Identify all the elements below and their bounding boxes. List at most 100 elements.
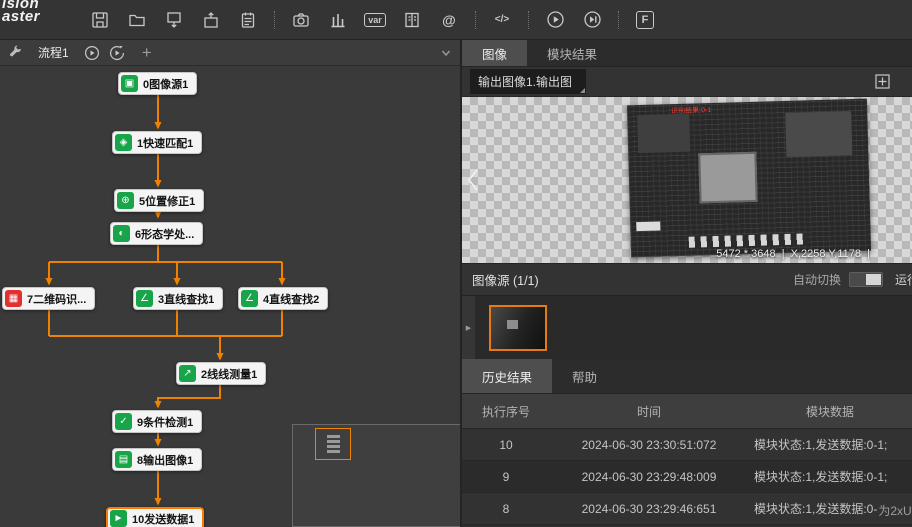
cell-module-data: 模块状态:1,发送数据:0-1; xyxy=(748,468,912,485)
pcb-connector-strip xyxy=(689,233,807,247)
flow-node-line-find-2[interactable]: ∠ 4直线查找2 xyxy=(238,287,328,310)
window-icon[interactable]: F xyxy=(631,6,659,34)
flow-tab[interactable]: 流程1 xyxy=(32,42,75,63)
code-icon[interactable]: </> xyxy=(488,6,516,34)
recognition-annotation: 识别结果:0-1 xyxy=(671,105,711,116)
export-icon[interactable] xyxy=(160,6,188,34)
minimap-node xyxy=(327,450,340,453)
cell-sequence: 9 xyxy=(462,470,550,484)
watermark: 为2xUM20DIn01 xyxy=(878,502,912,517)
histogram-icon[interactable] xyxy=(324,6,352,34)
image-viewer[interactable]: 识别结果:0-1 5472 * 3648 | X,2258 Y,1178 | xyxy=(462,97,912,263)
flow-node-barcode[interactable]: ▦ 7二维码识... xyxy=(2,287,95,310)
main-area: 流程1 + xyxy=(0,40,912,527)
line-measure-icon: ↗ xyxy=(179,365,196,382)
send-data-icon: ► xyxy=(110,510,127,527)
thumbnail-strip: ▶ xyxy=(462,295,912,359)
table-header-row: 执行序号 时间 模块数据 xyxy=(462,394,912,429)
tab-image[interactable]: 图像 xyxy=(462,40,527,66)
minimap-viewport[interactable] xyxy=(315,428,351,460)
pcb-region xyxy=(637,114,690,153)
pcb-connector xyxy=(636,221,660,231)
auto-switch-label: 自动切换 xyxy=(793,271,841,288)
result-tabs: 历史结果 帮助 xyxy=(462,359,912,394)
line-find-icon: ∠ xyxy=(136,290,153,307)
run-label: 运行 xyxy=(895,271,912,288)
cell-time: 2024-06-30 23:29:46:651 xyxy=(550,502,748,516)
toolbar-separator xyxy=(274,11,275,29)
pcb-image: 识别结果:0-1 xyxy=(627,99,871,258)
minimap-node xyxy=(327,435,340,438)
toolbar-separator xyxy=(475,11,476,29)
app-logo: ision aster xyxy=(2,0,40,23)
minimap-node xyxy=(327,440,340,443)
variable-icon-label: var xyxy=(364,13,386,27)
flow-minimap[interactable] xyxy=(292,424,460,527)
expand-thumbnails-icon[interactable]: ▶ xyxy=(462,296,475,359)
flow-canvas[interactable]: ▣ 0图像源1 ◈ 1快速匹配1 ⊕ 5位置修正1 ◐ 6形态学处... ▦ xyxy=(0,66,460,527)
import-icon[interactable] xyxy=(197,6,225,34)
cell-sequence: 8 xyxy=(462,502,550,516)
flow-node-condition-check[interactable]: ✓ 9条件检测1 xyxy=(112,410,202,433)
image-result-tabs: 图像 模块结果 xyxy=(462,40,912,67)
line-find-icon: ∠ xyxy=(241,290,258,307)
table-row[interactable]: 10 2024-06-30 23:30:51:072 模块状态:1,发送数据:0… xyxy=(462,429,912,461)
flow-node-line-measure[interactable]: ↗ 2线线测量1 xyxy=(176,362,266,385)
open-folder-icon[interactable] xyxy=(123,6,151,34)
flow-node-fast-match[interactable]: ◈ 1快速匹配1 xyxy=(112,131,202,154)
table-row[interactable]: 9 2024-06-30 23:29:48:009 模块状态:1,发送数据:0-… xyxy=(462,461,912,493)
flow-node-line-find-1[interactable]: ∠ 3直线查找1 xyxy=(133,287,223,310)
log-icon[interactable] xyxy=(398,6,426,34)
header-sequence: 执行序号 xyxy=(462,403,550,420)
image-source-dropdown[interactable]: 输出图像1.输出图 xyxy=(470,69,586,94)
position-fix-icon: ⊕ xyxy=(117,192,134,209)
history-results-table: 执行序号 时间 模块数据 10 2024-06-30 23:30:51:072 … xyxy=(462,394,912,527)
run-flow-icon[interactable] xyxy=(84,45,100,61)
image-source-label: 图像源 (1/1) xyxy=(472,270,539,289)
flow-node-image-source[interactable]: ▣ 0图像源1 xyxy=(118,72,197,95)
flow-node-position-fix[interactable]: ⊕ 5位置修正1 xyxy=(114,189,204,212)
variable-icon[interactable]: var xyxy=(361,6,389,34)
tab-module-result[interactable]: 模块结果 xyxy=(527,40,617,66)
top-toolbar: ision aster var @ xyxy=(0,0,912,40)
image-panel: 图像 模块结果 输出图像1.输出图 识别结果 xyxy=(462,40,912,527)
auto-switch-toggle[interactable] xyxy=(849,272,883,287)
flow-panel: 流程1 + xyxy=(0,40,462,527)
chevron-down-icon[interactable] xyxy=(440,47,452,59)
node-label: 7二维码识... xyxy=(27,291,86,307)
minimap-node xyxy=(327,445,340,448)
fit-view-icon[interactable] xyxy=(875,74,890,89)
window-icon-label: F xyxy=(636,11,654,29)
morphology-icon: ◐ xyxy=(113,225,130,242)
save-icon[interactable] xyxy=(86,6,114,34)
node-label: 1快速匹配1 xyxy=(137,135,193,151)
image-thumbnail[interactable] xyxy=(489,305,547,351)
continuous-run-icon[interactable] xyxy=(109,45,125,61)
run-icon[interactable] xyxy=(541,6,569,34)
node-label: 4直线查找2 xyxy=(263,291,319,307)
image-status-text: 5472 * 3648 | X,2258 Y,1178 | xyxy=(716,248,870,260)
cell-sequence: 10 xyxy=(462,438,550,452)
node-label: 6形态学处... xyxy=(135,226,194,242)
pcb-chip xyxy=(698,152,757,204)
tab-history-results[interactable]: 历史结果 xyxy=(462,359,552,393)
camera-icon[interactable] xyxy=(287,6,315,34)
condition-check-icon: ✓ xyxy=(115,413,132,430)
header-module-data: 模块数据 xyxy=(748,403,912,420)
flow-node-send-data[interactable]: ► 10发送数据1 xyxy=(106,507,204,527)
communication-icon[interactable]: @ xyxy=(435,6,463,34)
step-run-icon[interactable] xyxy=(578,6,606,34)
image-toolbar: 输出图像1.输出图 xyxy=(462,67,912,97)
chevron-left-icon[interactable] xyxy=(467,169,479,191)
fast-match-icon: ◈ xyxy=(115,134,132,151)
tab-help[interactable]: 帮助 xyxy=(552,359,617,393)
flow-node-morphology[interactable]: ◐ 6形态学处... xyxy=(110,222,203,245)
module-data-text: 模块状态:1,发送数据:0- xyxy=(754,500,877,517)
flow-node-output-image[interactable]: ▤ 8输出图像1 xyxy=(112,448,202,471)
visionmaster-app: ision aster var @ xyxy=(0,0,912,527)
image-source-icon: ▣ xyxy=(121,75,138,92)
wrench-icon[interactable] xyxy=(8,45,23,60)
add-flow-button[interactable]: + xyxy=(142,44,152,61)
table-row[interactable]: 8 2024-06-30 23:29:46:651 模块状态:1,发送数据:0-… xyxy=(462,493,912,525)
notebook-icon[interactable] xyxy=(234,6,262,34)
